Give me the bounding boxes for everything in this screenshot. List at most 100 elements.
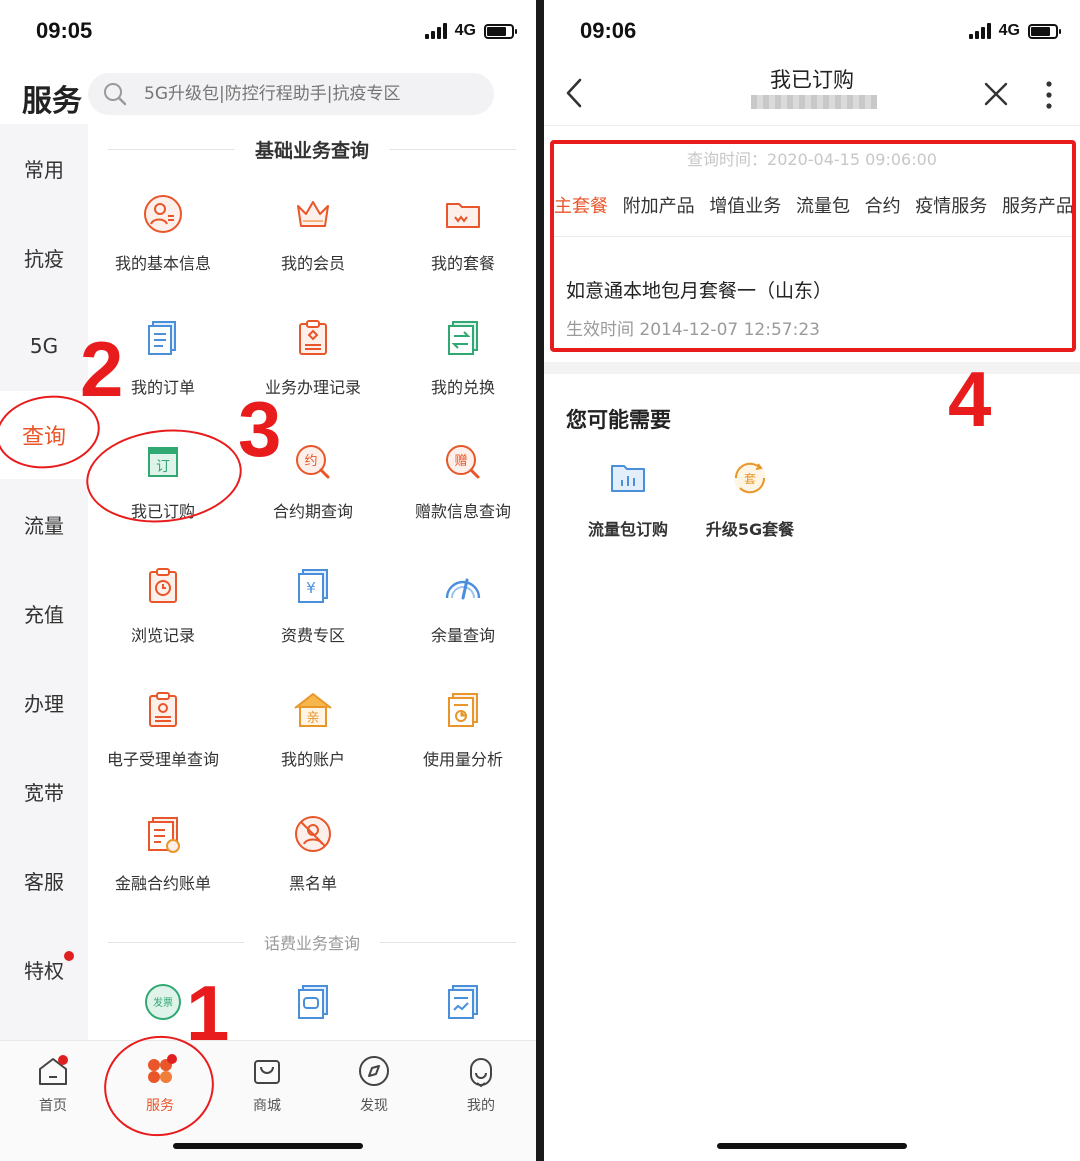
- grid-item-my-account[interactable]: 亲 我的账户: [238, 688, 388, 798]
- sidebar-item-handle[interactable]: 办理: [0, 658, 88, 746]
- grid-item-label: 电子受理单查询: [106, 750, 219, 769]
- recommend-upgrade-5g[interactable]: 套 升级5G套餐: [690, 456, 810, 540]
- signal-icon: [424, 23, 447, 39]
- page-title: 服务: [22, 84, 82, 119]
- contract-search-icon: 约: [296, 445, 330, 479]
- tab-mine[interactable]: 我的: [441, 1053, 521, 1115]
- plan-glyph: 套: [744, 472, 756, 486]
- grid-item-e-receipt[interactable]: 电子受理单查询: [88, 688, 238, 798]
- sidebar-item-5g[interactable]: 5G: [0, 302, 88, 390]
- grid-item-my-exchange[interactable]: 我的兑换: [388, 316, 536, 426]
- sidebar-item-broadband[interactable]: 宽带: [0, 747, 88, 835]
- category-sidebar: 常用 抗疫 5G 查询 流量 充值 办理 宽带 客服 特权: [0, 124, 88, 1040]
- annotation-highlight-box: [550, 140, 1076, 352]
- grid-item-my-plan[interactable]: 我的套餐: [388, 192, 536, 302]
- grid-item-gift-query[interactable]: 赠 赠款信息查询: [388, 440, 536, 550]
- grid-item-membership[interactable]: 我的会员: [238, 192, 388, 302]
- grid-item-balance-query[interactable]: 余量查询: [388, 564, 536, 674]
- crown-icon: [297, 201, 329, 227]
- signal-icon: [968, 23, 991, 39]
- notification-dot: [64, 951, 74, 961]
- gauge-icon: [445, 578, 481, 600]
- annotation-number-4: 4: [948, 355, 992, 443]
- grid-item-usage-analysis[interactable]: 使用量分析: [388, 688, 536, 798]
- invoice-icon: 发票: [145, 984, 181, 1020]
- sidebar-item-label: 5G: [29, 334, 59, 358]
- battery-icon: [484, 23, 517, 39]
- status-icons: 4G: [968, 22, 1061, 40]
- receipt-clipboard-icon: [149, 692, 177, 727]
- section-title: 话费业务查询: [264, 934, 361, 953]
- left-screenshot: 09:05 4G 服务 常用 抗疫 5G 查询 流量 充值 办理 宽带 客服 特…: [0, 0, 536, 1161]
- order-list-icon: [148, 321, 176, 355]
- right-screenshot: 09:06 4G 我已订购 查询时间：2020-04-15 09:06:00 主…: [544, 0, 1080, 1161]
- status-bar: 09:06 4G: [544, 0, 1080, 62]
- network-label: 4G: [998, 22, 1020, 39]
- navigation-bar: 我已订购: [544, 60, 1080, 126]
- section-header-basic: 基础业务查询: [88, 136, 536, 163]
- shopping-bag-icon: [254, 1060, 280, 1084]
- battery-icon: [1028, 23, 1061, 39]
- clipboard-record-icon: [299, 320, 327, 355]
- grid-item-label: 我的兑换: [430, 378, 495, 397]
- status-bar: 09:05 4G: [0, 0, 536, 62]
- recommend-data-pack[interactable]: 流量包订购: [568, 456, 688, 540]
- gift-glyph: 赠: [454, 454, 467, 469]
- grid-item-blacklist[interactable]: 黑名单: [238, 812, 388, 922]
- home-indicator[interactable]: [717, 1143, 907, 1149]
- screenshot-divider: [536, 0, 544, 1161]
- sidebar-item-label: 特权: [24, 958, 64, 983]
- sidebar-item-support[interactable]: 客服: [0, 836, 88, 924]
- grid-item-tariff-zone[interactable]: ¥ 资费专区: [238, 564, 388, 674]
- more-vertical-icon[interactable]: [1044, 80, 1054, 110]
- grid-item-label: 我的会员: [280, 254, 345, 273]
- grid-item-label: 黑名单: [288, 874, 337, 893]
- sidebar-item-label: 宽带: [24, 780, 64, 805]
- sidebar-item-label: 常用: [24, 157, 64, 182]
- grid-item-basic-info[interactable]: 我的基本信息: [88, 192, 238, 302]
- close-icon[interactable]: [982, 80, 1010, 108]
- bottom-tab-bar: 首页 服务 商城 发现 我的: [0, 1040, 536, 1161]
- sidebar-item-antiepidemic[interactable]: 抗疫: [0, 213, 88, 301]
- home-indicator[interactable]: [173, 1143, 363, 1149]
- tab-discover[interactable]: 发现: [334, 1053, 414, 1115]
- gift-search-icon: 赠: [446, 445, 480, 479]
- grid-item-label: 合约期查询: [272, 502, 353, 521]
- home-icon: [39, 1055, 68, 1085]
- grid-item-label: 赠款信息查询: [414, 502, 511, 521]
- status-time: 09:06: [580, 18, 637, 43]
- tab-label: 首页: [39, 1098, 67, 1114]
- sidebar-item-privilege[interactable]: 特权: [0, 925, 88, 1013]
- grid-item-label: 余量查询: [430, 626, 495, 645]
- plan-refresh-icon: 套: [734, 462, 766, 494]
- contract-glyph: 约: [304, 454, 317, 469]
- history-clock-icon: [149, 568, 177, 603]
- sidebar-item-common[interactable]: 常用: [0, 124, 88, 212]
- account-glyph: 亲: [306, 711, 319, 726]
- blurred-subtitle: [751, 95, 877, 109]
- grid-item-label: 浏览记录: [130, 626, 195, 645]
- sidebar-item-data[interactable]: 流量: [0, 480, 88, 568]
- blacklist-user-icon: [295, 816, 331, 852]
- search-bar[interactable]: [88, 73, 494, 115]
- tab-label: 我的: [467, 1098, 495, 1114]
- tab-label: 商城: [253, 1098, 281, 1114]
- grid-item-finance-bill[interactable]: 金融合约账单: [88, 812, 238, 922]
- annotation-number-3: 3: [238, 385, 282, 473]
- network-label: 4G: [454, 22, 476, 39]
- section-title: 基础业务查询: [255, 140, 370, 162]
- sidebar-item-topup[interactable]: 充值: [0, 569, 88, 657]
- profile-face-icon: [470, 1058, 492, 1088]
- tab-home[interactable]: 首页: [13, 1053, 93, 1115]
- exchange-icon: [448, 321, 478, 355]
- recommend-label: 升级5G套餐: [705, 520, 795, 539]
- annotation-number-1: 1: [186, 969, 230, 1057]
- compass-icon: [359, 1056, 389, 1086]
- tab-mall[interactable]: 商城: [227, 1053, 307, 1115]
- account-house-icon: 亲: [294, 693, 332, 727]
- recommend-title: 您可能需要: [566, 408, 671, 432]
- section-header-billing: 话费业务查询: [88, 930, 536, 954]
- grid-item-browse-history[interactable]: 浏览记录: [88, 564, 238, 674]
- search-input[interactable]: [144, 84, 474, 104]
- sidebar-item-label: 流量: [24, 513, 64, 538]
